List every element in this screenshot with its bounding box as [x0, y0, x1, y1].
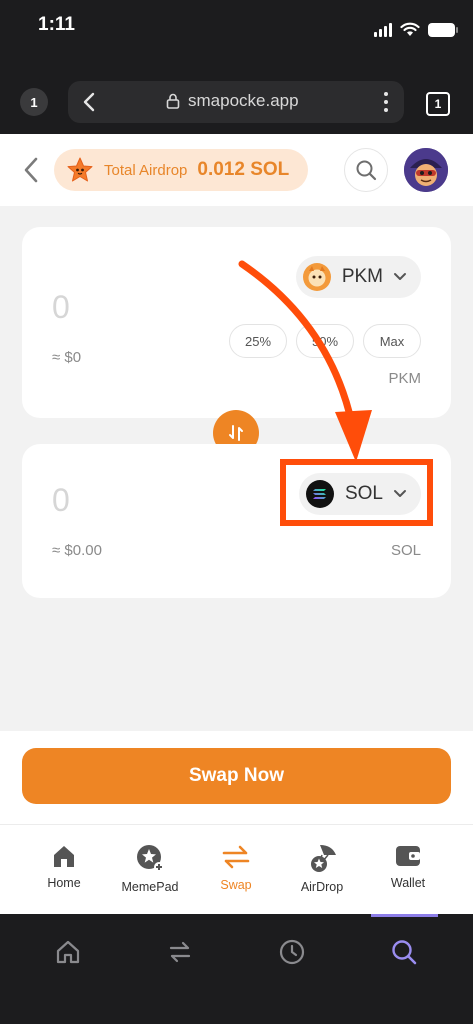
url-text: smapocke.app [188, 91, 299, 110]
nav-item-airdrop[interactable]: AirDrop [279, 843, 365, 894]
status-time: 1:11 [38, 14, 75, 35]
nav-item-home[interactable]: Home [21, 843, 107, 890]
star-icon [67, 157, 93, 182]
back-icon[interactable] [22, 156, 40, 184]
annotation-highlight-box [280, 459, 433, 526]
swap-icon [222, 845, 250, 869]
browser-history-button[interactable] [268, 934, 316, 970]
search-icon [392, 940, 417, 965]
pkm-token-icon [302, 263, 331, 291]
wifi-icon [400, 22, 420, 36]
from-token-symbol: PKM [388, 370, 421, 387]
to-amount-input[interactable]: 0 [52, 482, 70, 519]
battery-icon [428, 22, 458, 37]
status-icons [374, 22, 458, 37]
max-button[interactable]: Max [363, 324, 421, 358]
active-tab-indicator [371, 914, 438, 917]
to-token-symbol: SOL [390, 542, 421, 559]
browser-toolbar [0, 914, 473, 1024]
app-bottom-nav: Home MemePad Swap AirDrop Wallet [0, 824, 473, 914]
home-icon [56, 940, 80, 964]
pct-25-button[interactable]: 25% [229, 324, 287, 358]
swap-app: Total Airdrop 0.012 SOL 0 ≈ $0 PKM 25% 5… [0, 134, 473, 914]
avatar-image [404, 148, 448, 192]
nav-item-memepad[interactable]: MemePad [107, 843, 193, 894]
status-bar: 1:11 [0, 0, 473, 66]
wallet-icon [396, 846, 420, 866]
nav-item-wallet[interactable]: Wallet [365, 843, 451, 890]
from-fiat-value: ≈ $0 [52, 349, 82, 366]
to-fiat-value: ≈ $0.00 [52, 542, 102, 559]
tab-group-badge[interactable]: 1 [20, 88, 48, 116]
nav-label-home: Home [47, 876, 81, 890]
browser-home-button[interactable] [44, 934, 92, 970]
swap-vertical-icon [229, 425, 243, 441]
signal-icon [374, 22, 392, 37]
nav-label-airdrop: AirDrop [300, 880, 344, 894]
memepad-icon [137, 845, 164, 872]
search-icon [356, 160, 377, 181]
home-icon [54, 846, 74, 867]
nav-item-swap[interactable]: Swap [193, 843, 279, 892]
nav-label-swap: Swap [220, 878, 252, 892]
nav-label-memepad: MemePad [121, 880, 179, 894]
from-token-card: 0 ≈ $0 PKM 25% 50% Max PKM [22, 227, 451, 418]
browser-swap-button[interactable] [156, 934, 204, 970]
back-icon[interactable] [82, 92, 96, 112]
swap-arrows-icon [169, 941, 191, 963]
action-area: Swap Now [0, 731, 473, 824]
from-token-selector[interactable]: PKM [295, 256, 421, 298]
app-header: Total Airdrop 0.012 SOL [0, 134, 473, 206]
swap-now-button[interactable]: Swap Now [22, 748, 451, 804]
url-field[interactable]: smapocke.app [68, 81, 404, 123]
tabs-button[interactable]: 1 [426, 92, 450, 116]
from-token-name: PKM [341, 266, 383, 287]
browser-address-bar: 1 smapocke.app 1 [0, 66, 473, 134]
percent-buttons: 25% 50% Max [229, 324, 421, 358]
lock-icon [166, 93, 180, 109]
avatar[interactable] [404, 148, 448, 192]
from-amount-input[interactable]: 0 [52, 289, 70, 326]
airdrop-icon [311, 845, 336, 872]
pct-50-button[interactable]: 50% [296, 324, 354, 358]
airdrop-value: 0.012 SOL [197, 159, 290, 180]
search-button[interactable] [344, 148, 388, 192]
browser-search-button[interactable] [380, 934, 428, 970]
airdrop-label: Total Airdrop [104, 161, 188, 179]
more-options-icon[interactable] [384, 92, 388, 112]
chevron-down-icon [394, 273, 406, 280]
history-icon [279, 939, 305, 965]
total-airdrop-pill[interactable]: Total Airdrop 0.012 SOL [54, 149, 308, 191]
nav-label-wallet: Wallet [390, 876, 426, 890]
url-display[interactable]: smapocke.app [166, 91, 299, 111]
